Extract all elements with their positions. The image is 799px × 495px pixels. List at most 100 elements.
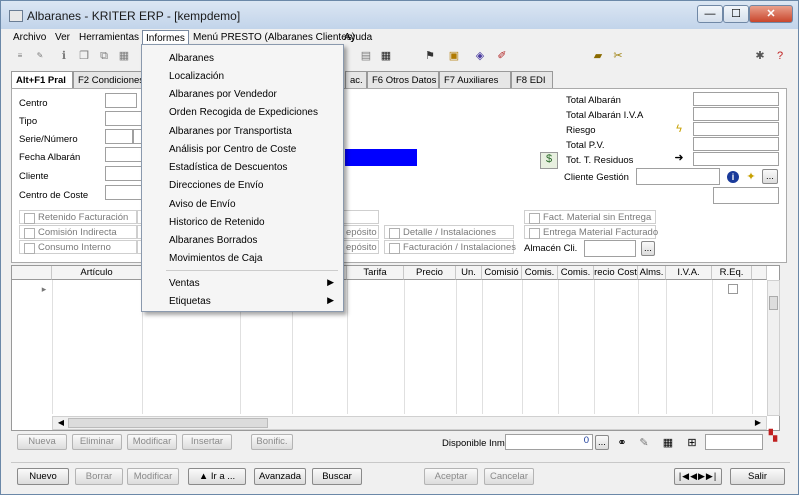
folder-icon[interactable]: ▰	[591, 49, 605, 63]
horizontal-scroll-thumb[interactable]	[68, 418, 268, 428]
tab-auxiliares[interactable]: F7 Auxiliares	[439, 71, 511, 88]
cliente-field[interactable]	[105, 166, 143, 181]
menu-item-etiquetas[interactable]: Etiquetas ▶	[143, 292, 342, 310]
grid-header-iva[interactable]: I.V.A.	[666, 266, 712, 280]
copy-icon[interactable]: ❐	[77, 49, 91, 63]
menu-item-analisis-centro-coste[interactable]: Análisis por Centro de Coste	[143, 140, 342, 158]
pen-icon[interactable]: ✎	[637, 437, 651, 449]
scroll-right-icon[interactable]: ▶	[753, 417, 763, 429]
cliente-gestion-lookup[interactable]: ...	[762, 169, 778, 184]
almacen-lookup[interactable]: ...	[641, 241, 655, 256]
eliminar-linea-button[interactable]: Eliminar	[72, 434, 122, 450]
grid-header-comision2[interactable]: Comis.	[522, 266, 558, 280]
flag-icon[interactable]: ▚	[767, 430, 779, 442]
wand-icon[interactable]: ✦	[745, 171, 757, 183]
menu-item-direcciones-envio[interactable]: Direcciones de Envío	[143, 176, 342, 194]
grid-header-precio[interactable]: Precio	[404, 266, 456, 280]
bonificacion-button[interactable]: Bonific.	[251, 434, 293, 450]
money-bag-icon[interactable]: $	[540, 152, 558, 169]
list-icon[interactable]: ≡	[13, 49, 27, 63]
cancelar-button[interactable]: Cancelar	[484, 468, 534, 485]
grid-header-tarifa[interactable]: Tarifa	[347, 266, 404, 280]
menu-item-albaranes-transportista[interactable]: Albaranes por Transportista	[143, 122, 342, 140]
tab-principal[interactable]: Alt+F1 Pral	[11, 71, 73, 89]
grid-header-un[interactable]: Un.	[456, 266, 482, 280]
record-navigation[interactable]: |◀◀▶▶|	[674, 468, 722, 485]
vertical-scroll-thumb[interactable]	[769, 296, 778, 310]
lightning-icon[interactable]: ϟ	[672, 123, 686, 135]
detalle-instalaciones-checkbox[interactable]: Detalle / Instalaciones	[384, 225, 514, 239]
grid-header-comision1[interactable]: Comisió	[482, 266, 522, 280]
duplicate-icon[interactable]: ⧉	[97, 49, 111, 63]
menu-item-albaranes[interactable]: Albaranes	[143, 49, 342, 67]
centro-field[interactable]	[105, 93, 137, 108]
serie-field[interactable]	[105, 129, 133, 144]
menu-item-historico-retenido[interactable]: Historico de Retenido	[143, 213, 342, 231]
grid-header-articulo[interactable]: Artículo	[52, 266, 142, 280]
info-icon[interactable]: ℹ	[57, 49, 71, 63]
menu-item-aviso-envio[interactable]: Aviso de Envío	[143, 195, 342, 213]
menu-archivo[interactable]: Archivo	[13, 32, 46, 43]
modificar-linea-button[interactable]: Modificar	[127, 434, 177, 450]
extra-field[interactable]	[713, 187, 779, 204]
table-icon[interactable]: ▤	[359, 49, 373, 63]
menu-item-ventas[interactable]: Ventas ▶	[143, 274, 342, 292]
maximize-button[interactable]: ☐	[723, 5, 749, 23]
buscar-button[interactable]: Buscar	[312, 468, 362, 485]
report-icon[interactable]: ▣	[447, 49, 461, 63]
fecha-field[interactable]	[105, 147, 143, 162]
binoculars-icon[interactable]: ⚭	[615, 437, 629, 449]
grid-header-precio-coste[interactable]: recio Cost	[594, 266, 638, 280]
entrega-material-checkbox[interactable]: Entrega Material Facturado	[524, 225, 658, 239]
grid-header-alms[interactable]: Alms.	[638, 266, 666, 280]
tipo-field[interactable]	[105, 111, 143, 126]
fact-material-checkbox[interactable]: Fact. Material sin Entrega	[524, 210, 656, 224]
lines-grid[interactable]: Artículo Tarifa Precio Un. Comisió Comis…	[11, 265, 780, 431]
tree-icon[interactable]: ⊞	[685, 437, 699, 449]
tab-otros-datos[interactable]: F6 Otros Datos	[367, 71, 439, 88]
almacen-field[interactable]	[584, 240, 636, 257]
clip-icon[interactable]: ✂	[611, 49, 625, 63]
grid-header-comision3[interactable]: Comis.	[558, 266, 594, 280]
retenido-facturacion-checkbox[interactable]: Retenido Facturación	[19, 210, 137, 224]
consumo-interno-checkbox[interactable]: Consumo Interno	[19, 240, 137, 254]
borrar-button[interactable]: Borrar	[75, 468, 123, 485]
menu-item-movimientos-caja[interactable]: Movimientos de Caja	[143, 249, 342, 267]
minimize-button[interactable]: —	[697, 5, 723, 23]
comision-indirecta-checkbox[interactable]: Comisión Indirecta	[19, 225, 137, 239]
facturacion-instalaciones-checkbox[interactable]: Facturación / Instalaciones	[384, 240, 516, 254]
nuevo-button[interactable]: Nuevo	[17, 468, 69, 485]
scroll-left-icon[interactable]: ◀	[56, 417, 66, 429]
filter-icon[interactable]: ⚑	[423, 49, 437, 63]
centro-coste-field[interactable]	[105, 185, 143, 200]
arrow-right-icon[interactable]: ➜	[672, 152, 686, 164]
menu-item-albaranes-borrados[interactable]: Albaranes Borrados	[143, 231, 342, 249]
menu-informes[interactable]: Informes	[142, 30, 189, 45]
tab-edi[interactable]: F8 EDI	[511, 71, 553, 88]
disponible-lookup[interactable]: ...	[595, 435, 609, 450]
menu-herramientas[interactable]: Herramientas	[79, 32, 139, 43]
menu-ayuda[interactable]: Ayuda	[344, 32, 372, 43]
info-icon[interactable]: i	[727, 171, 739, 183]
grid-header-req[interactable]: R.Eq.	[712, 266, 752, 280]
menu-item-orden-recogida[interactable]: Orden Recogida de Expediciones	[143, 103, 342, 121]
note-icon[interactable]: ✐	[495, 49, 509, 63]
menu-ver[interactable]: Ver	[55, 32, 70, 43]
menu-item-estadistica-descuentos[interactable]: Estadística de Descuentos	[143, 158, 342, 176]
tab-ac[interactable]: ac.	[345, 71, 367, 88]
chart-icon[interactable]: ◈	[473, 49, 487, 63]
table-grid-icon[interactable]: ▦	[661, 437, 675, 449]
aceptar-button[interactable]: Aceptar	[424, 468, 478, 485]
grid-icon[interactable]: ▦	[117, 49, 131, 63]
menu-item-localizacion[interactable]: Localización	[143, 67, 342, 85]
salir-button[interactable]: Salir	[730, 468, 785, 485]
modificar-button[interactable]: Modificar	[127, 468, 179, 485]
insertar-linea-button[interactable]: Insertar	[182, 434, 232, 450]
help-icon[interactable]: ?	[773, 49, 787, 63]
menu-item-albaranes-vendedor[interactable]: Albaranes por Vendedor	[143, 85, 342, 103]
req-checkbox[interactable]	[728, 284, 738, 294]
cliente-gestion-field[interactable]	[636, 168, 720, 185]
avanzada-button[interactable]: Avanzada	[254, 468, 306, 485]
nueva-linea-button[interactable]: Nueva	[17, 434, 67, 450]
menu-presto[interactable]: Menú PRESTO (Albaranes Clientes)	[193, 32, 355, 43]
